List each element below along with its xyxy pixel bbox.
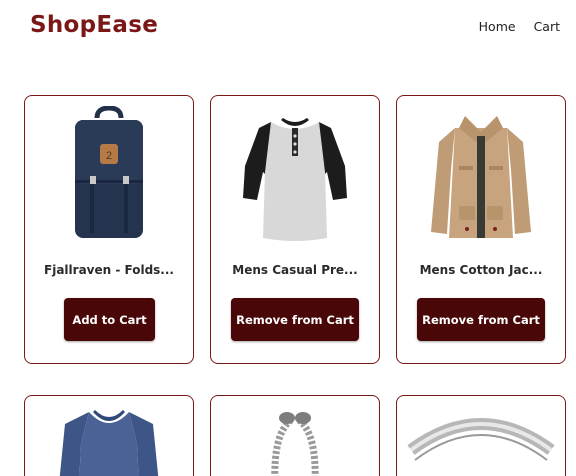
svg-text:2: 2 [106,150,112,162]
brand-logo[interactable]: ShopEase [30,12,158,38]
remove-from-cart-button[interactable]: Remove from Cart [231,298,359,341]
product-card: Mens Cotton Jac... Remove from Cart [396,95,566,364]
add-to-cart-button[interactable]: Add to Cart [64,298,155,341]
henley-shirt-image[interactable] [221,106,369,246]
product-card [24,395,194,476]
product-card: Mens Casual Pre... Remove from Cart [210,95,380,364]
remove-from-cart-button[interactable]: Remove from Cart [417,298,545,341]
silver-ring-image[interactable] [407,404,555,476]
product-title[interactable]: Mens Cotton Jac... [397,263,565,277]
product-card [396,395,566,476]
product-card [210,395,380,476]
site-header: ShopEase Home Cart [0,0,576,60]
blue-tshirt-image[interactable] [35,404,183,476]
nav-home-link[interactable]: Home [479,19,516,34]
product-card: 2 Fjallraven - Folds... Add to Cart [24,95,194,364]
silver-bracelet-image[interactable] [221,404,369,476]
top-nav: Home Cart [479,19,560,34]
cotton-jacket-image[interactable] [407,106,555,246]
backpack-image[interactable]: 2 [35,106,183,246]
product-title[interactable]: Fjallraven - Folds... [25,263,193,277]
product-title[interactable]: Mens Casual Pre... [211,263,379,277]
nav-cart-link[interactable]: Cart [534,19,560,34]
